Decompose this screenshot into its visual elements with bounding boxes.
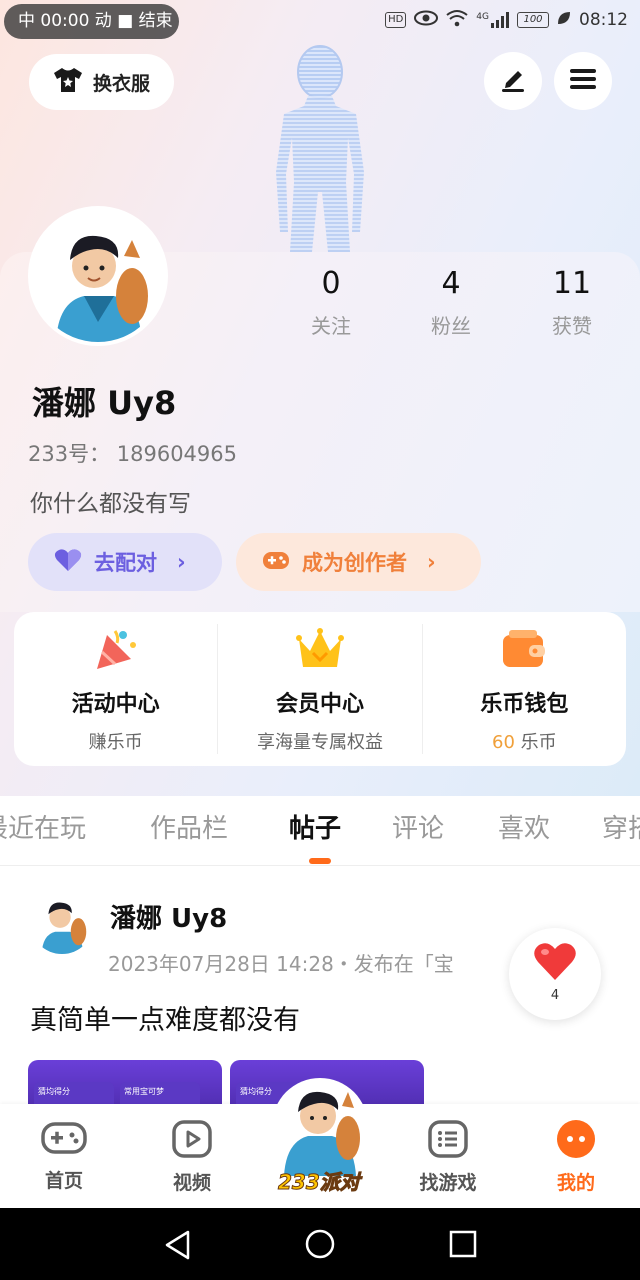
wallet-icon [423,626,626,672]
likes-stat[interactable]: 11 获赞 [527,264,617,339]
nav-home-label: 首页 [44,1170,83,1192]
battery-icon: 100 [517,12,549,28]
gamepad-icon [41,1122,87,1160]
activity-center-title: 活动中心 [71,692,160,717]
chevron-right-icon: › [427,550,436,574]
play-icon [172,1120,212,1162]
services-card: 活动中心 赚乐币 会员中心 享海量专属权益 乐币钱包 60 乐币 [14,612,626,766]
system-navigation-bar [0,1208,640,1280]
profile-face-icon [556,1120,596,1162]
go-match-label: 去配对 [94,551,157,575]
party-center-button[interactable]: 233派对 [270,1076,370,1196]
like-button[interactable]: 4 [509,928,601,1020]
crown-icon [218,626,421,672]
back-icon[interactable] [164,1230,192,1264]
followers-stat[interactable]: 4 粉丝 [406,264,496,339]
edit-profile-button[interactable] [484,52,542,110]
go-match-button[interactable]: 去配对 › [28,533,222,591]
nav-find-games[interactable]: 找游戏 [398,1120,498,1195]
coin-wallet-title: 乐币钱包 [480,692,569,717]
post-text[interactable]: 真简单一点难度都没有 [30,998,300,1037]
followers-count: 4 [441,266,461,301]
pencil-icon [498,64,528,98]
tab-outfits[interactable]: 穿搭 [602,808,640,845]
following-label: 关注 [311,314,351,338]
following-count: 0 [321,266,341,301]
become-creator-button[interactable]: 成为创作者 › [236,533,481,591]
wifi-icon [446,9,468,31]
profile-tabs: 最近在玩 作品栏 帖子 评论 喜欢 穿搭 [0,796,640,866]
signal-type: 4G [476,12,489,22]
tab-favorites[interactable]: 喜欢 [498,808,550,845]
nav-find-games-label: 找游戏 [419,1172,477,1194]
vip-center-subtitle: 享海量专属权益 [256,732,383,753]
active-tab-indicator [309,858,331,864]
list-icon [428,1120,468,1162]
chevron-right-icon: › [177,550,186,574]
tshirt-icon [53,67,83,98]
status-bar: 中 00:00 动 ■ 结束 HD 4G 100 08:12 [0,0,640,42]
leaf-icon [557,11,571,29]
signal-icon: 4G [476,12,509,28]
following-stat[interactable]: 0 关注 [286,264,376,339]
nav-me[interactable]: 我的 [526,1120,626,1195]
post-author-avatar[interactable] [30,890,94,954]
nav-video[interactable]: 视频 [142,1120,242,1195]
tab-posts[interactable]: 帖子 [289,808,341,845]
vip-center[interactable]: 会员中心 享海量专属权益 [217,624,421,754]
hd-indicator: HD [385,12,407,28]
eye-icon [414,10,439,30]
party-logo-text: 233派对 [278,1170,361,1195]
activity-center-subtitle: 赚乐币 [88,732,143,753]
heart-icon [533,943,577,986]
followers-label: 粉丝 [431,314,471,338]
vip-center-title: 会员中心 [275,692,364,717]
coin-balance: 60 [492,732,515,753]
nav-video-label: 视频 [172,1172,211,1194]
user-id[interactable]: 233号： 189604965 [28,438,237,468]
nav-me-label: 我的 [556,1172,595,1194]
tab-comments[interactable]: 评论 [392,808,444,845]
user-avatar[interactable] [28,206,168,346]
party-logo [272,1078,368,1176]
coin-wallet-subtitle: 60 乐币 [423,728,626,754]
coin-wallet[interactable]: 乐币钱包 60 乐币 [421,624,626,754]
user-bio[interactable]: 你什么都没有写 [30,484,191,518]
home-icon[interactable] [305,1229,335,1263]
activity-center[interactable]: 活动中心 赚乐币 [14,612,217,766]
likes-label: 获赞 [552,314,592,338]
screen-recording-pill[interactable]: 中 00:00 动 ■ 结束 [4,4,179,39]
change-outfit-label: 换衣服 [92,72,150,95]
become-creator-label: 成为创作者 [302,551,407,575]
tab-recently-played[interactable]: 最近在玩 [0,808,86,845]
post-author-name[interactable]: 潘娜 Uy8 [110,898,227,935]
heart-icon [54,548,82,577]
change-outfit-button[interactable]: 换衣服 [29,54,174,110]
clock: 08:12 [579,10,628,30]
gamepad-icon [262,549,290,576]
like-count: 4 [550,988,560,1003]
hamburger-icon [569,67,597,95]
hologram-avatar[interactable] [264,42,376,252]
username: 潘娜 Uy8 [32,384,177,422]
recent-apps-icon[interactable] [449,1230,477,1262]
coin-unit: 乐币 [520,732,557,753]
tab-works[interactable]: 作品栏 [150,808,228,845]
party-popper-icon [14,626,217,672]
menu-button[interactable] [554,52,612,110]
nav-home[interactable]: 首页 [14,1120,114,1193]
likes-count: 11 [552,266,592,301]
